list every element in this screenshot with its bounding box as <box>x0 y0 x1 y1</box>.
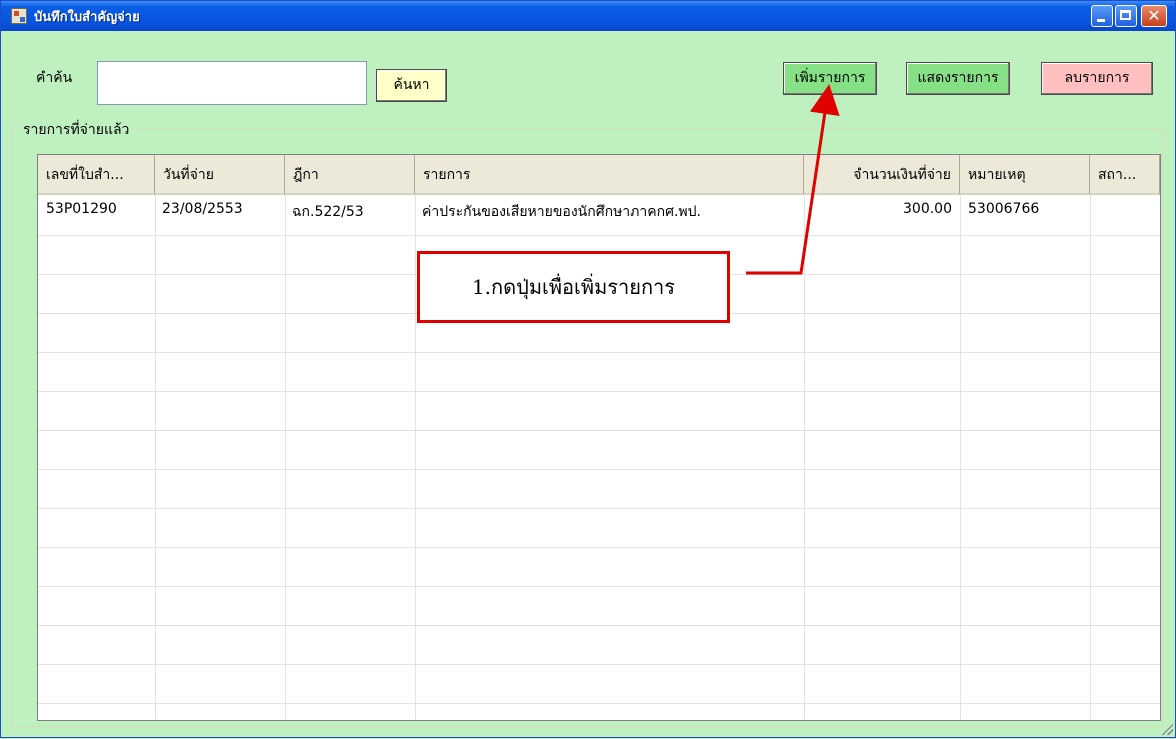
column-header-pay-date[interactable]: วันที่จ่าย <box>155 155 285 195</box>
grid-row-line <box>38 352 1160 353</box>
cell-requisition: ฉก.522/53 <box>292 204 364 220</box>
grid-row-line <box>38 625 1160 626</box>
search-button[interactable]: ค้นหา <box>376 69 447 102</box>
column-header-amount[interactable]: จำนวนเงินที่จ่าย <box>804 155 960 195</box>
minimize-icon <box>1097 19 1105 22</box>
close-icon: ✕ <box>1147 6 1161 25</box>
title-bar[interactable]: บันทึกใบสำคัญจ่าย ✕ <box>1 1 1175 31</box>
show-items-button[interactable]: แสดงรายการ <box>906 62 1010 95</box>
grid-row-line <box>38 586 1160 587</box>
column-header-description[interactable]: รายการ <box>415 155 804 195</box>
grid-row-line <box>38 235 1160 236</box>
group-legend: รายการที่จ่ายแล้ว <box>19 119 134 141</box>
main-window: บันทึกใบสำคัญจ่าย ✕ คำค้น ค้นหา เพิ่มราย… <box>0 0 1176 738</box>
minimize-button[interactable] <box>1091 5 1113 27</box>
add-item-button[interactable]: เพิ่มรายการ <box>783 62 877 95</box>
search-input[interactable] <box>97 61 367 105</box>
delete-item-button[interactable]: ลบรายการ <box>1041 62 1153 95</box>
grid-row-line <box>38 547 1160 548</box>
cell-amount: 300.00 <box>903 201 952 217</box>
search-label: คำค้น <box>36 70 73 86</box>
column-header-remark[interactable]: หมายเหตุ <box>960 155 1090 195</box>
grid-row-line <box>38 430 1160 431</box>
cell-voucher-no: 53P01290 <box>46 201 117 217</box>
window-title: บันทึกใบสำคัญจ่าย <box>34 10 140 25</box>
app-icon <box>11 8 27 24</box>
cell-remark: 53006766 <box>968 201 1040 217</box>
resize-grip-icon[interactable] <box>1159 721 1173 735</box>
close-button[interactable]: ✕ <box>1141 5 1167 27</box>
instruction-callout: 1.กดปุ่มเพื่อเพิ่มรายการ <box>417 251 730 323</box>
grid-row-line <box>38 664 1160 665</box>
column-header-voucher-no[interactable]: เลขที่ใบสำ... <box>38 155 155 195</box>
grid-row-line <box>38 469 1160 470</box>
grid-row-line <box>38 703 1160 704</box>
maximize-icon <box>1120 10 1131 20</box>
cell-description: ค่าประกันของเสียหายของนักศึกษาภาคกศ.พป. <box>422 204 701 220</box>
column-header-requisition[interactable]: ฎีกา <box>285 155 415 195</box>
paid-items-grid[interactable]: เลขที่ใบสำ... วันที่จ่าย ฎีกา รายการ จำน… <box>37 154 1161 721</box>
maximize-button[interactable] <box>1115 5 1137 27</box>
column-header-status[interactable]: สถา... <box>1090 155 1160 195</box>
grid-row-line <box>38 508 1160 509</box>
cell-pay-date: 23/08/2553 <box>162 201 243 217</box>
grid-row-line <box>38 391 1160 392</box>
